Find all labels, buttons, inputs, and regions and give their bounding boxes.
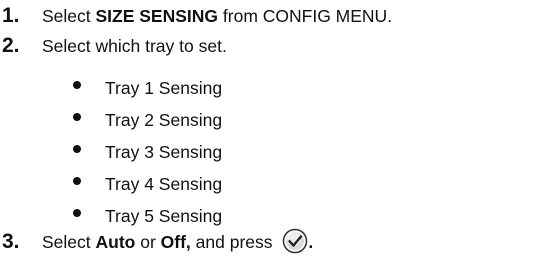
step-3-bold-auto: Auto (95, 232, 136, 252)
step-3: 3. Select Auto or Off, and press . (0, 229, 313, 256)
step-3-text: Select Auto or Off, and press . (42, 229, 313, 256)
step-1: 1. Select SIZE SENSING from CONFIG MENU. (0, 3, 392, 29)
tray-list-item: Tray 3 Sensing (0, 136, 222, 168)
tray-list-item: Tray 4 Sensing (0, 168, 222, 200)
tray-list: Tray 1 Sensing Tray 2 Sensing Tray 3 Sen… (0, 72, 222, 232)
step-2-number: 2. (2, 34, 20, 57)
tray-list-item: Tray 1 Sensing (0, 72, 222, 104)
step-1-bold-term: SIZE SENSING (95, 6, 219, 26)
tray-label: Tray 1 Sensing (105, 77, 223, 98)
tray-list-item: Tray 2 Sensing (0, 104, 222, 136)
step-3-number: 3. (2, 230, 20, 253)
tray-label: Tray 4 Sensing (105, 173, 223, 194)
instruction-document: 1. Select SIZE SENSING from CONFIG MENU.… (0, 0, 533, 258)
bullet-icon (73, 145, 81, 153)
step-2: 2. Select which tray to set. (0, 33, 227, 59)
tray-label: Tray 5 Sensing (105, 205, 223, 226)
step-3-bold-off: Off, (160, 232, 191, 252)
tray-label: Tray 3 Sensing (105, 141, 223, 162)
step-1-suffix: from CONFIG MENU. (218, 6, 393, 26)
step-3-middle: or (135, 232, 161, 252)
step-1-number: 1. (2, 4, 20, 27)
step-3-prefix: Select (42, 232, 96, 252)
bullet-icon (73, 209, 81, 217)
step-2-text: Select which tray to set. (42, 36, 227, 56)
bullet-icon (73, 81, 81, 89)
step-1-prefix: Select (42, 6, 96, 26)
bullet-icon (73, 177, 81, 185)
step-3-suffix: and press (190, 232, 278, 252)
step-1-text: Select SIZE SENSING from CONFIG MENU. (42, 3, 392, 29)
tray-label: Tray 2 Sensing (105, 109, 223, 130)
bullet-icon (73, 113, 81, 121)
tray-list-item: Tray 5 Sensing (0, 200, 222, 232)
step-3-end: . (308, 232, 314, 252)
checkmark-circle-icon (282, 228, 308, 254)
